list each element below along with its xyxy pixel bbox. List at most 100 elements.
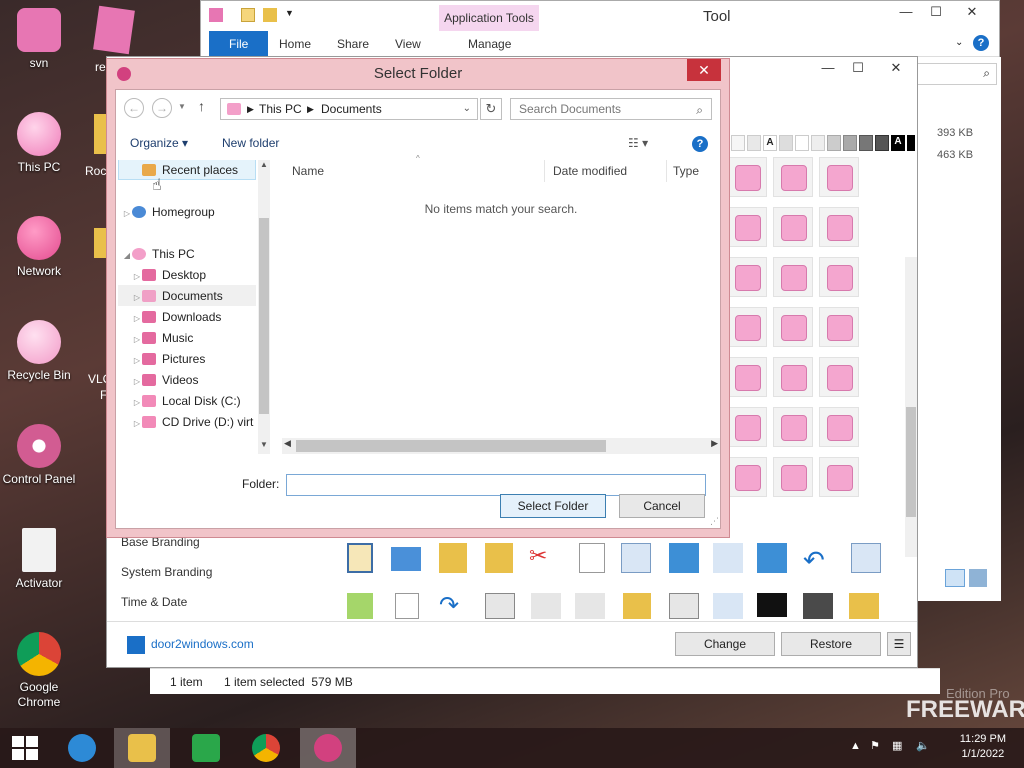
tab-home[interactable]: Home: [279, 31, 311, 57]
icon-cell[interactable]: [727, 157, 767, 197]
column-date-modified[interactable]: Date modified: [553, 160, 627, 182]
change-button[interactable]: Change: [675, 632, 775, 656]
expand-icon[interactable]: ▷: [132, 266, 142, 287]
new-folder-button[interactable]: New folder: [222, 136, 279, 150]
tree-item-this-pc[interactable]: ◢ This PC: [122, 244, 195, 265]
icon-cell[interactable]: [773, 457, 813, 497]
tree-item-downloads[interactable]: ▷ Downloads: [132, 307, 221, 328]
tab-manage[interactable]: Manage: [468, 31, 511, 57]
icon-cell[interactable]: [819, 407, 859, 447]
scrollbar-thumb[interactable]: [296, 440, 606, 452]
resize-grip-icon[interactable]: ⋰: [710, 516, 719, 527]
color-swatch[interactable]: [779, 135, 793, 151]
restore-button[interactable]: Restore: [781, 632, 881, 656]
panel-icon[interactable]: [669, 593, 699, 619]
cmd-icon[interactable]: [391, 547, 421, 571]
minimize-button[interactable]: —: [891, 1, 921, 23]
help-icon[interactable]: ?: [692, 136, 708, 152]
folder-window-icon[interactable]: [849, 593, 879, 619]
windows-icon[interactable]: [713, 593, 743, 619]
ribbon-expand-icon[interactable]: ⌄: [955, 37, 963, 48]
scrollbar-thumb[interactable]: [906, 407, 916, 517]
icon-grid-scrollbar[interactable]: [905, 257, 917, 557]
color-swatch[interactable]: [907, 135, 915, 151]
page-icon[interactable]: [395, 593, 419, 619]
icon-cell[interactable]: [819, 157, 859, 197]
taskbar-tool-app[interactable]: [300, 728, 356, 768]
color-swatch[interactable]: A: [891, 135, 905, 151]
color-swatch[interactable]: [795, 135, 809, 151]
folder-input[interactable]: [286, 474, 706, 496]
desktop-icon-activator[interactable]: Activator: [0, 528, 78, 591]
properties-list-icon[interactable]: [851, 543, 881, 573]
chevron-down-icon[interactable]: ▼: [178, 102, 186, 111]
collapse-icon[interactable]: ◢: [122, 245, 132, 266]
back-button[interactable]: ←: [124, 98, 144, 118]
tree-item-pictures[interactable]: ▷ Pictures: [132, 349, 205, 370]
window-icon[interactable]: [485, 593, 515, 619]
expand-icon[interactable]: ▷: [122, 203, 132, 224]
icon-cell[interactable]: [773, 357, 813, 397]
icon-cell[interactable]: [819, 357, 859, 397]
menu-button[interactable]: ☰: [887, 632, 911, 656]
icon-cell[interactable]: [727, 207, 767, 247]
copy-icon[interactable]: [621, 543, 651, 573]
expand-icon[interactable]: ▷: [132, 371, 142, 392]
select-folder-button[interactable]: Select Folder: [500, 494, 606, 518]
clock[interactable]: 11:29 PM 1/1/2022: [960, 732, 1006, 762]
delete-icon[interactable]: ✂: [529, 543, 559, 573]
column-divider[interactable]: [666, 160, 667, 182]
tree-item-homegroup[interactable]: ▷ Homegroup: [122, 202, 215, 223]
icon-cell[interactable]: [773, 207, 813, 247]
desktop-icon-control-panel[interactable]: Control Panel: [0, 424, 78, 487]
horizontal-scrollbar[interactable]: ◀ ▶: [282, 438, 720, 454]
color-swatch[interactable]: A: [763, 135, 777, 151]
explorer-quick-access-icon[interactable]: [209, 8, 223, 22]
tab-file[interactable]: File: [209, 31, 269, 57]
folder-move-icon[interactable]: [439, 543, 467, 573]
icon-cell[interactable]: [727, 457, 767, 497]
view-details-icon[interactable]: [945, 569, 965, 587]
tiles-icon[interactable]: [669, 543, 699, 573]
list-item-time-date[interactable]: Time & Date: [121, 587, 321, 617]
tab-share[interactable]: Share: [337, 31, 369, 57]
terminal-icon[interactable]: [757, 593, 787, 617]
icon-cell[interactable]: [773, 307, 813, 347]
chevron-down-icon[interactable]: ▼: [285, 8, 294, 18]
breadcrumb-documents[interactable]: Documents: [321, 99, 382, 119]
icon-cell[interactable]: [773, 257, 813, 297]
taskbar-file-explorer[interactable]: [114, 728, 170, 768]
tree-item-local-disk[interactable]: ▷ Local Disk (C:): [132, 391, 241, 412]
folder-copy-icon[interactable]: [485, 543, 513, 573]
scrollbar-thumb[interactable]: [259, 218, 269, 414]
icon-cell[interactable]: [727, 257, 767, 297]
tree-scrollbar[interactable]: ▲ ▼: [258, 160, 270, 454]
clipboard-icon[interactable]: [347, 543, 373, 573]
desktop-icon-network[interactable]: Network: [0, 216, 78, 279]
expand-icon[interactable]: ▷: [132, 308, 142, 329]
desktop-icon-google-chrome[interactable]: Google Chrome: [0, 632, 78, 710]
color-swatch[interactable]: [811, 135, 825, 151]
icon-cell[interactable]: [727, 307, 767, 347]
color-swatch[interactable]: [859, 135, 873, 151]
view-options-icon[interactable]: ☷ ▾: [628, 136, 648, 150]
icon-cell[interactable]: [819, 457, 859, 497]
tree-item-desktop[interactable]: ▷ Desktop: [132, 265, 206, 286]
tree-item-cd-drive[interactable]: ▷ CD Drive (D:) virt: [132, 412, 253, 433]
minimize-button[interactable]: —: [813, 57, 843, 79]
color-swatch[interactable]: [747, 135, 761, 151]
help-icon[interactable]: ?: [973, 35, 989, 51]
rename-icon[interactable]: [579, 543, 605, 573]
refresh-button[interactable]: ↻: [480, 98, 502, 120]
maximize-button[interactable]: ☐: [843, 57, 873, 79]
new-folder-icon[interactable]: [263, 8, 277, 22]
close-button[interactable]: ✕: [957, 1, 987, 23]
icon-cell[interactable]: [819, 307, 859, 347]
icon-cell[interactable]: [773, 407, 813, 447]
volume-muted-icon[interactable]: 🔈: [916, 739, 930, 752]
tree-item-videos[interactable]: ▷ Videos: [132, 370, 199, 392]
group-icon[interactable]: [757, 543, 787, 573]
view-large-icons-icon[interactable]: [969, 569, 987, 587]
expand-icon[interactable]: ▷: [132, 392, 142, 413]
close-button[interactable]: ✕: [687, 59, 721, 81]
